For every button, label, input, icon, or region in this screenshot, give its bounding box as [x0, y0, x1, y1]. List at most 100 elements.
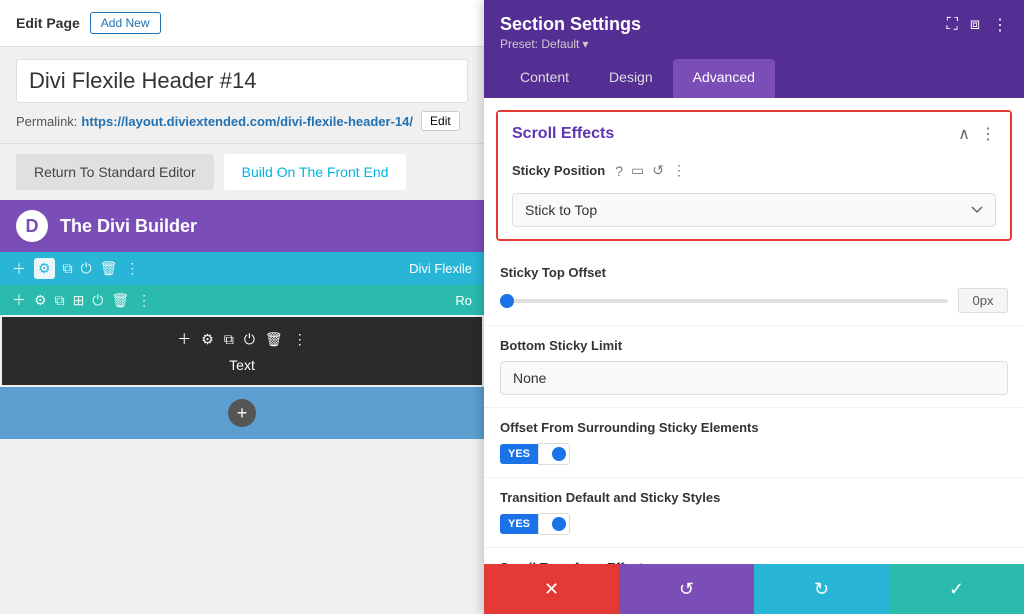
offset-toggle-yes[interactable]: YES: [500, 444, 538, 464]
edit-page-header: Edit Page Add New: [0, 0, 484, 47]
panel-header-icons: ⛶ ⧈ ⋮: [947, 15, 1008, 35]
module-toolbar: ＋ ⚙ ⧉ ⏻ 🗑 ⋮: [177, 329, 306, 349]
slider-thumb[interactable]: [500, 294, 514, 308]
divi-builder-bar: D The Divi Builder: [0, 200, 484, 252]
sticky-position-row: Sticky Position ? ▭ ↺ ⋮: [498, 156, 1010, 189]
sticky-position-label: Sticky Position: [512, 163, 605, 178]
cancel-button[interactable]: ✕: [484, 564, 619, 614]
columns-icon[interactable]: ⧈: [970, 16, 980, 34]
save-icon: ✓: [949, 579, 964, 600]
divi-builder-label: The Divi Builder: [60, 216, 197, 237]
trash-icon[interactable]: 🗑: [100, 260, 118, 277]
permalink-url[interactable]: https://layout.diviextended.com/divi-fle…: [81, 114, 413, 129]
more-icon[interactable]: ⋮: [125, 260, 139, 277]
transition-toggle-knob[interactable]: [538, 513, 570, 535]
offset-surrounding-group: Offset From Surrounding Sticky Elements …: [484, 408, 1024, 478]
add-new-section-button[interactable]: +: [228, 399, 256, 427]
save-button[interactable]: ✓: [889, 564, 1024, 614]
bottom-sticky-limit-group: Bottom Sticky Limit None Section Row Mod…: [484, 326, 1024, 408]
sticky-reset-icon[interactable]: ↺: [652, 162, 664, 179]
help-icon[interactable]: ?: [615, 163, 623, 179]
offset-toggle-knob[interactable]: [538, 443, 570, 465]
sticky-top-offset-group: Sticky Top Offset 0px: [484, 253, 1024, 326]
row-more-icon[interactable]: ⋮: [137, 292, 151, 309]
overflow-menu-icon[interactable]: ⋮: [992, 15, 1008, 35]
add-new-button[interactable]: Add New: [90, 12, 161, 34]
module-add-icon[interactable]: ＋: [177, 329, 191, 349]
scroll-effects-title: Scroll Effects: [512, 125, 614, 143]
frontend-builder-button[interactable]: Build On The Front End: [224, 154, 407, 190]
bottom-sticky-limit-select[interactable]: None Section Row Module: [500, 361, 1008, 395]
row-power-icon[interactable]: ⏻: [92, 292, 103, 309]
row-trash-icon[interactable]: 🗑: [111, 292, 129, 309]
divi-logo: D: [16, 210, 48, 242]
transition-default-label: Transition Default and Sticky Styles: [500, 490, 1008, 505]
scroll-transform-group: Scroll Transform Effects: [484, 548, 1024, 564]
panel-title: Section Settings: [500, 14, 641, 35]
scroll-effects-header: Scroll Effects ∧ ⋮: [498, 112, 1010, 156]
sticky-top-offset-slider-row: 0px: [500, 288, 1008, 313]
panel-header: Section Settings ⛶ ⧈ ⋮ Preset: Default ▾…: [484, 0, 1024, 98]
section-toolbar-left: ＋ ⚙ ⧉ ⏻ 🗑 ⋮: [12, 258, 139, 279]
scroll-more-icon[interactable]: ⋮: [980, 124, 996, 144]
right-panel: Section Settings ⛶ ⧈ ⋮ Preset: Default ▾…: [484, 0, 1024, 614]
panel-body: Scroll Effects ∧ ⋮ Sticky Position ? ▭ ↺…: [484, 98, 1024, 564]
panel-preset: Preset: Default ▾: [500, 37, 1008, 51]
slider-track[interactable]: [500, 299, 948, 303]
bottom-sticky-limit-label: Bottom Sticky Limit: [500, 338, 1008, 353]
permalink-row: Permalink: https://layout.diviextended.c…: [0, 111, 484, 143]
add-row-icon[interactable]: ＋: [12, 290, 26, 310]
panel-tabs: Content Design Advanced: [500, 59, 1008, 98]
redo-button[interactable]: ↻: [754, 564, 889, 614]
module-copy-icon[interactable]: ⧉: [224, 331, 234, 348]
sticky-options-icon[interactable]: ⋮: [672, 162, 686, 179]
page-title-input[interactable]: [16, 59, 468, 103]
tab-advanced[interactable]: Advanced: [673, 59, 775, 98]
preset-chevron-icon[interactable]: ▾: [582, 37, 588, 51]
gear-icon[interactable]: ⚙: [34, 258, 55, 279]
slider-value: 0px: [958, 288, 1008, 313]
section-label: Divi Flexile: [409, 261, 472, 276]
power-icon[interactable]: ⏻: [81, 260, 92, 277]
sticky-position-select[interactable]: Stick to Top Stick to Bottom None: [512, 193, 996, 227]
scroll-effects-section: Scroll Effects ∧ ⋮ Sticky Position ? ▭ ↺…: [496, 110, 1012, 241]
module-power-icon[interactable]: ⏻: [244, 331, 255, 348]
module-text-label: Text: [229, 357, 255, 373]
standard-editor-button[interactable]: Return To Standard Editor: [16, 154, 214, 190]
scroll-effects-controls: ∧ ⋮: [958, 124, 996, 144]
row-toolbar-left: ＋ ⚙ ⧉ ⊞ ⏻ 🗑 ⋮: [12, 290, 151, 310]
section-toolbar: ＋ ⚙ ⧉ ⏻ 🗑 ⋮ Divi Flexile: [0, 252, 484, 285]
module-trash-icon[interactable]: 🗑: [265, 331, 283, 348]
undo-button[interactable]: ↺: [619, 564, 754, 614]
module-area: ＋ ⚙ ⧉ ⏻ 🗑 ⋮ Text: [2, 317, 482, 385]
row-toolbar: ＋ ⚙ ⧉ ⊞ ⏻ 🗑 ⋮ Ro: [0, 285, 484, 315]
permalink-label: Permalink:: [16, 114, 77, 129]
sticky-device-icon[interactable]: ▭: [631, 162, 644, 179]
offset-toggle-row[interactable]: YES: [500, 443, 1008, 465]
transition-default-group: Transition Default and Sticky Styles YES: [484, 478, 1024, 548]
sticky-top-offset-label: Sticky Top Offset: [500, 265, 1008, 280]
panel-footer: ✕ ↺ ↻ ✓: [484, 564, 1024, 614]
module-more-icon[interactable]: ⋮: [293, 331, 307, 348]
tab-content[interactable]: Content: [500, 59, 589, 98]
sticky-position-icons: ? ▭ ↺ ⋮: [615, 162, 686, 179]
offset-surrounding-label: Offset From Surrounding Sticky Elements: [500, 420, 1008, 435]
transition-toggle-yes[interactable]: YES: [500, 514, 538, 534]
tab-design[interactable]: Design: [589, 59, 673, 98]
row-label: Ro: [455, 293, 472, 308]
row-grid-icon[interactable]: ⊞: [73, 292, 85, 309]
fullscreen-icon[interactable]: ⛶: [947, 16, 958, 34]
edit-page-label: Edit Page: [16, 15, 80, 31]
panel-header-top: Section Settings ⛶ ⧈ ⋮: [500, 14, 1008, 35]
module-gear-icon[interactable]: ⚙: [201, 331, 214, 348]
row-copy-icon[interactable]: ⧉: [55, 292, 65, 309]
row-gear-icon[interactable]: ⚙: [34, 292, 47, 309]
left-panel: Edit Page Add New Permalink: https://lay…: [0, 0, 484, 614]
edit-permalink-button[interactable]: Edit: [421, 111, 460, 131]
copy-icon[interactable]: ⧉: [63, 260, 73, 277]
add-section-icon[interactable]: ＋: [12, 259, 26, 279]
cancel-icon: ✕: [544, 579, 559, 600]
collapse-icon[interactable]: ∧: [958, 124, 970, 144]
transition-toggle-row[interactable]: YES: [500, 513, 1008, 535]
redo-icon: ↻: [814, 579, 829, 600]
